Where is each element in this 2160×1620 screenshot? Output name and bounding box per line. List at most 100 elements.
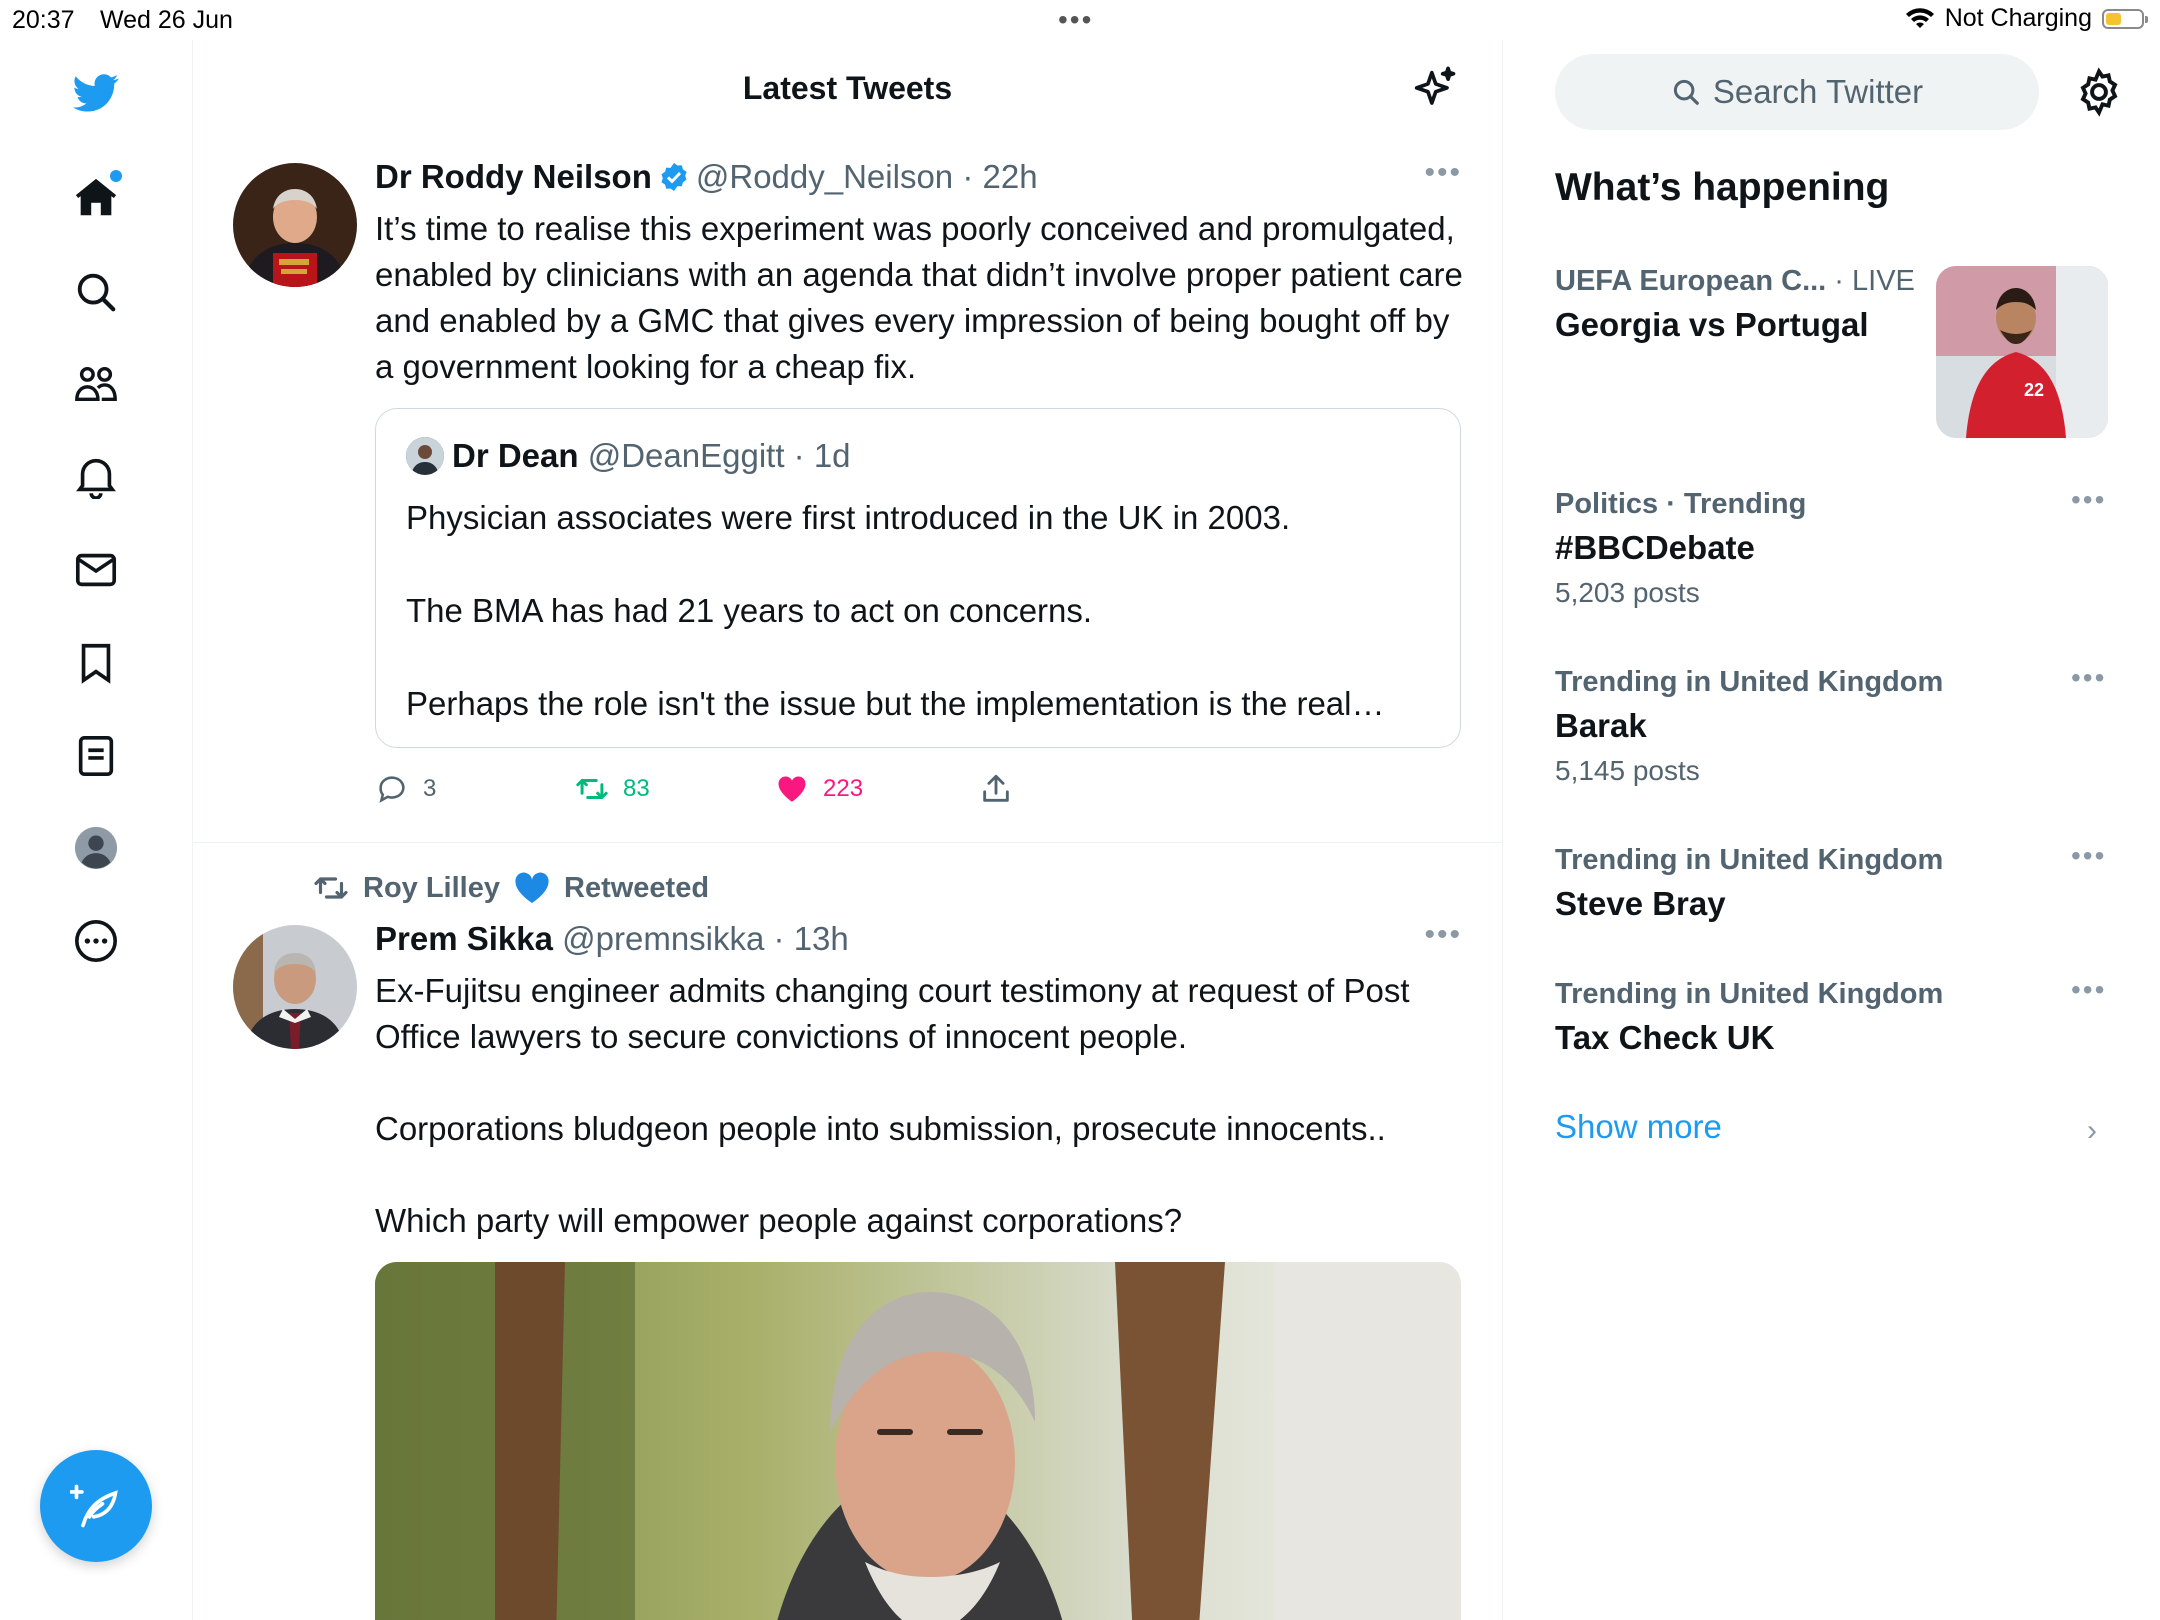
timeline-sparkle-icon[interactable] [1408, 64, 1460, 116]
quoted-line: Physician associates were first introduc… [406, 499, 1291, 536]
bookmarks-icon[interactable] [66, 633, 126, 693]
tweet-actions: 3 83 223 [375, 772, 1075, 822]
trend-category: UEFA European C... [1555, 265, 1827, 297]
battery-icon [2102, 8, 2148, 29]
share-upload-icon [983, 774, 1009, 802]
reply-count: 3 [423, 775, 437, 802]
notifications-bell-icon[interactable] [66, 446, 126, 506]
tweet-header: Dr Roddy Neilson @Roddy_Neilson · 22h [375, 158, 1038, 195]
retweet-button[interactable]: 83 [575, 772, 650, 806]
author-name[interactable]: Prem Sikka [375, 920, 553, 957]
trend-title: Steve Bray [1555, 885, 1726, 922]
quoted-line: The BMA has had 21 years to act on conce… [406, 592, 1093, 629]
tweet-text: It’s time to realise this experiment was… [375, 210, 1463, 385]
trend-more-button[interactable]: ••• [2071, 484, 2106, 516]
quoted-tweet-time: 1d [813, 437, 851, 474]
author-handle[interactable]: @premnsikka [562, 920, 764, 957]
tweet-more-button[interactable]: ••• [1424, 918, 1462, 952]
retweet-icon [576, 779, 608, 799]
home-icon[interactable] [66, 168, 126, 228]
like-count: 223 [823, 775, 864, 802]
compose-tweet-button[interactable] [40, 1450, 152, 1562]
trend-thumbnail[interactable]: 22 [1936, 266, 2108, 438]
like-button[interactable]: 223 [775, 772, 863, 806]
timeline-header: Latest Tweets [193, 40, 1502, 140]
search-placeholder: Search Twitter [1712, 73, 1924, 110]
tweet-paragraph: Which party will empower people against … [375, 1202, 1183, 1239]
tweet-time[interactable]: 22h [982, 158, 1037, 195]
more-options-icon[interactable] [66, 911, 126, 971]
whats-happening-heading: What’s happening [1555, 166, 1890, 209]
multitask-dots[interactable]: ••• [1058, 4, 1093, 36]
trend-post-count: 5,203 posts [1555, 577, 1700, 608]
tweet-time[interactable]: 13h [794, 920, 849, 957]
trend-item[interactable]: Politics · Trending #BBCDebate 5,203 pos… [1555, 488, 2115, 609]
trend-category: Politics · Trending [1555, 488, 1807, 520]
share-button[interactable] [979, 772, 1013, 806]
trend-category: Trending in United Kingdom [1555, 844, 1944, 876]
heart-filled-icon [778, 776, 806, 802]
retweet-icon [314, 877, 348, 899]
status-date: Wed 26 Jun [100, 6, 233, 34]
search-icon[interactable] [66, 262, 126, 322]
reply-button[interactable]: 3 [375, 772, 436, 806]
messages-envelope-icon[interactable] [66, 540, 126, 600]
tweet-paragraph: Ex-Fujitsu engineer admits changing cour… [375, 972, 1410, 1055]
live-label: LIVE [1852, 265, 1915, 297]
trend-post-count: 5,145 posts [1555, 755, 1700, 786]
trend-title: Tax Check UK [1555, 1019, 1775, 1056]
search-input[interactable]: Search Twitter [1555, 54, 2039, 130]
compose-feather-icon [70, 1484, 118, 1528]
trend-category: Trending in United Kingdom [1555, 978, 1944, 1010]
trend-more-button[interactable]: ••• [2071, 974, 2106, 1006]
chevron-right-icon[interactable]: › [2087, 1114, 2097, 1148]
reply-bubble-icon [379, 776, 405, 803]
tweet-paragraph: Corporations bludgeon people into submis… [375, 1110, 1386, 1147]
wifi-icon [1905, 7, 1934, 28]
twitter-logo-icon[interactable] [66, 62, 126, 122]
trend-item[interactable]: Trending in United Kingdom Barak 5,145 p… [1555, 666, 2115, 787]
retweeted-label: Retweeted [564, 871, 710, 904]
home-unread-dot [110, 170, 122, 182]
trend-category: Trending in United Kingdom [1555, 666, 1944, 698]
left-nav [0, 40, 193, 1620]
communities-icon[interactable] [66, 354, 126, 414]
svg-text:22: 22 [2024, 380, 2044, 400]
status-bar: 20:37 Wed 26 Jun ••• Not Charging [0, 0, 2160, 40]
quoted-avatar [406, 437, 444, 475]
tweet-text: Ex-Fujitsu engineer admits changing cour… [375, 968, 1465, 1290]
profile-avatar-icon[interactable] [66, 818, 126, 878]
search-icon [1673, 79, 1699, 105]
tweet-photo[interactable] [375, 1262, 1461, 1620]
quoted-author-handle: @DeanEggitt [587, 437, 785, 474]
author-name[interactable]: Dr Roddy Neilson [375, 158, 652, 195]
avatar[interactable] [233, 163, 357, 287]
quoted-tweet[interactable]: Dr Dean @DeanEggitt · 1d Physician assoc… [375, 408, 1461, 748]
tweet-header: Prem Sikka @premnsikka · 13h [375, 920, 849, 957]
trend-title: Barak [1555, 707, 1647, 744]
tweet-more-button[interactable]: ••• [1424, 156, 1462, 190]
trend-item[interactable]: Trending in United Kingdom Steve Bray [1555, 844, 2115, 923]
battery-status-text: Not Charging [1944, 4, 2092, 32]
right-sidebar: Search Twitter What’s happening UEFA Eur… [1503, 40, 2160, 1620]
tweet-divider [193, 842, 1502, 843]
trend-more-button[interactable]: ••• [2071, 662, 2106, 694]
retweeter-name[interactable]: Roy Lilley [363, 872, 500, 905]
retweet-count: 83 [623, 775, 650, 802]
settings-gear-icon[interactable] [2073, 66, 2125, 118]
verified-badge-icon [661, 163, 687, 191]
timeline-column: Latest Tweets Dr Roddy Neilson @Roddy_Nei… [193, 40, 1503, 1620]
blue-heart-emoji-icon [515, 872, 549, 903]
trend-more-button[interactable]: ••• [2071, 840, 2106, 872]
retweeted-by-line: Roy Lilley Retweeted [313, 870, 709, 906]
quoted-tweet-text: Physician associates were first introduc… [406, 495, 1436, 774]
show-more-link[interactable]: Show more [1555, 1108, 1722, 1146]
avatar[interactable] [233, 925, 357, 1049]
quoted-line: Perhaps the role isn't the issue but the… [406, 685, 1385, 722]
lists-icon[interactable] [66, 726, 126, 786]
quoted-tweet-header: Dr Dean @DeanEggitt · 1d [406, 437, 851, 475]
trend-title: #BBCDebate [1555, 529, 1755, 566]
page-title: Latest Tweets [742, 70, 953, 106]
author-handle[interactable]: @Roddy_Neilson [696, 158, 953, 195]
trend-item[interactable]: Trending in United Kingdom Tax Check UK [1555, 978, 2115, 1057]
